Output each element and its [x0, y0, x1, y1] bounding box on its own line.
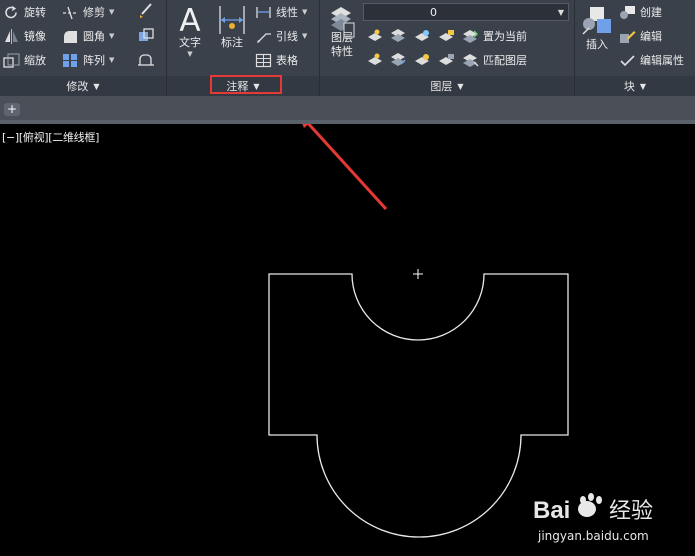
layer-isolate-icon — [391, 29, 405, 42]
trim-button[interactable]: 修剪 ▼ — [62, 3, 114, 21]
layer-unisolate-icon — [391, 53, 406, 66]
erase-icon[interactable] — [137, 3, 155, 19]
scale-button[interactable]: 缩放 — [3, 51, 46, 69]
trim-icon — [63, 6, 78, 19]
layer-on-icon — [368, 53, 382, 65]
mirror-icon — [5, 28, 18, 44]
svg-text:经验: 经验 — [609, 499, 653, 524]
rotate-button[interactable]: 旋转 — [3, 3, 46, 21]
rotate-label: 旋转 — [24, 6, 46, 19]
text-a-icon: A — [179, 3, 200, 36]
set-current-icon — [463, 29, 478, 43]
copy-icon[interactable] — [137, 27, 155, 43]
baidu-paw-logo-icon — [578, 493, 602, 517]
layer-unlock-icon — [439, 54, 454, 65]
panel-layers-title[interactable]: 图层 ▼ — [320, 76, 574, 96]
panel-layers: 图层 特性 0 ▼ 置为当前 匹配图层 图层 ▼ — [320, 0, 575, 96]
match-layer-button[interactable]: 匹配图层 — [462, 51, 527, 69]
mirror-label: 镜像 — [24, 30, 46, 43]
edit-attributes-button[interactable]: 编辑属性 — [619, 51, 684, 69]
ribbon: 旋转 镜像 缩放 修剪 ▼ 圆角 ▼ 阵列 ▼ 修改 ▼ A 文字 ▼ 标注 线… — [0, 0, 695, 96]
dimension-icon — [219, 6, 245, 34]
set-current-button[interactable]: 置为当前 — [462, 27, 527, 45]
chevron-down-icon[interactable]: ▼ — [302, 8, 307, 16]
create-block-button[interactable]: 创建 — [619, 3, 662, 21]
fillet-label: 圆角 — [83, 30, 105, 43]
fillet-icon — [64, 30, 77, 43]
table-icon — [255, 53, 272, 67]
file-tab-bar — [0, 96, 695, 120]
dimension-button[interactable]: 标注 — [215, 4, 249, 50]
chevron-down-icon: ▼ — [457, 81, 464, 91]
scale-icon — [3, 53, 20, 68]
create-block-icon — [620, 5, 635, 19]
panel-modify-title[interactable]: 修改 ▼ — [0, 76, 166, 96]
array-icon — [63, 53, 77, 67]
mirror-button[interactable]: 镜像 — [3, 27, 46, 45]
watermark-url: jingyan.baidu.com — [538, 529, 649, 543]
chevron-down-icon: ▼ — [639, 81, 647, 91]
layer-tools-row-2b[interactable] — [414, 52, 459, 68]
chevron-down-icon[interactable]: ▼ — [302, 32, 307, 40]
edit-block-icon — [620, 30, 636, 43]
panel-modify: 旋转 镜像 缩放 修剪 ▼ 圆角 ▼ 阵列 ▼ 修改 ▼ — [0, 0, 167, 96]
svg-text:Bai: Bai — [533, 497, 570, 524]
red-arrow-annotation — [302, 124, 388, 211]
edit-block-button[interactable]: 编辑 — [619, 27, 662, 45]
cursor-crosshair-icon — [413, 269, 423, 279]
chevron-down-icon[interactable]: ▼ — [109, 8, 114, 16]
layer-freeze-icon — [415, 30, 429, 41]
rotate-icon — [5, 5, 17, 18]
insert-block-icon — [582, 7, 611, 35]
layer-thaw-icon — [415, 54, 429, 65]
match-layer-icon — [463, 53, 479, 67]
leader-button[interactable]: 引线 ▼ — [255, 27, 307, 45]
chevron-down-icon[interactable]: ▼ — [109, 56, 114, 64]
chevron-down-icon: ▼ — [93, 81, 100, 91]
scale-label: 缩放 — [24, 54, 46, 67]
linear-dim-icon — [256, 6, 271, 18]
layer-name: 0 — [430, 5, 437, 19]
edit-attributes-icon — [620, 54, 635, 66]
linear-button[interactable]: 线性 ▼ — [255, 3, 307, 21]
panel-block: 插入 创建 编辑 编辑属性 块 ▼ — [575, 0, 695, 96]
text-button[interactable]: A 文字 ▼ — [175, 2, 205, 58]
offset-icon[interactable] — [137, 51, 155, 67]
svg-text:A: A — [179, 3, 200, 36]
chevron-down-icon: ▼ — [557, 7, 564, 17]
layer-lock-icon — [439, 30, 454, 41]
array-label: 阵列 — [83, 54, 105, 67]
layer-dropdown[interactable]: 0 ▼ — [363, 3, 569, 21]
layer-tools-row-1[interactable] — [367, 28, 457, 44]
leader-icon — [257, 32, 271, 43]
table-button[interactable]: 表格 — [255, 51, 298, 69]
layer-off-icon — [368, 29, 382, 41]
insert-block-button[interactable]: 插入 — [579, 4, 615, 52]
chevron-down-icon: ▼ — [187, 50, 193, 58]
annotation-highlight-box — [210, 75, 282, 94]
chevron-down-icon[interactable]: ▼ — [109, 32, 114, 40]
array-button[interactable]: 阵列 ▼ — [62, 51, 114, 69]
panel-block-title[interactable]: 块 ▼ — [575, 76, 695, 96]
layer-properties-button[interactable]: 图层 特性 — [326, 3, 358, 59]
fillet-button[interactable]: 圆角 ▼ — [62, 27, 114, 45]
new-tab-plus-icon[interactable]: + — [4, 103, 20, 116]
trim-label: 修剪 — [83, 6, 105, 19]
